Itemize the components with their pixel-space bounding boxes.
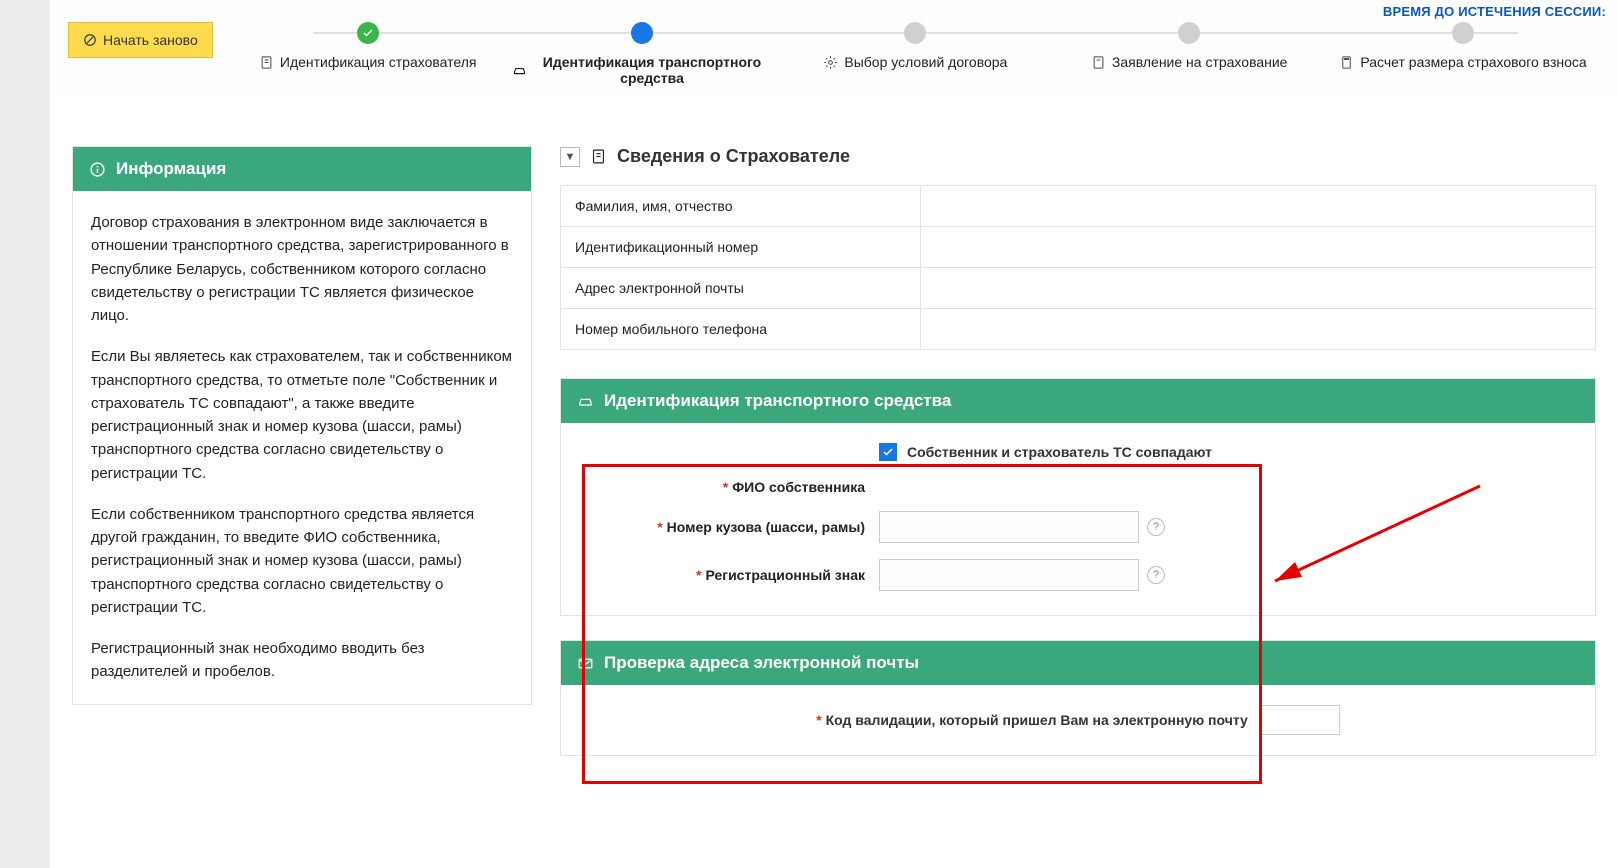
document-icon [1091,55,1106,70]
session-timer-label: ВРЕМЯ ДО ИСТЕЧЕНИЯ СЕССИИ: [1383,4,1606,19]
step-dot-icon [1452,22,1474,44]
info-paragraph: Регистрационный знак необходимо вводить … [91,637,513,684]
step-dot-active-icon [631,22,653,44]
insured-section-toggle[interactable]: ▼ Сведения о Страхователе [560,146,1596,167]
stepper: Идентификация страхователя Идентификация… [231,22,1600,86]
document-icon [259,55,274,70]
table-row: Адрес электронной почты [561,268,1595,309]
row-label: Адрес электронной почты [561,268,921,308]
table-row: Номер мобильного телефона [561,309,1595,349]
step-contract-terms[interactable]: Выбор условий договора [778,22,1052,73]
step-label: Заявление на страхование [1112,54,1288,70]
owner-same-label: Собственник и страхователь ТС совпадают [907,444,1212,460]
help-icon[interactable]: ? [1147,518,1165,536]
info-paragraph: Если собственником транспортного средств… [91,503,513,619]
car-icon [512,63,527,78]
cancel-icon [83,33,97,47]
restart-button[interactable]: Начать заново [68,22,213,58]
car-icon [577,393,594,410]
step-dot-icon [904,22,926,44]
gear-icon [823,55,838,70]
restart-button-label: Начать заново [103,32,198,48]
validation-code-input[interactable] [1260,705,1340,735]
emailcheck-panel-title: Проверка адреса электронной почты [604,653,919,673]
help-icon[interactable]: ? [1147,566,1165,584]
info-paragraph: Если Вы являетесь как страхователем, так… [91,345,513,485]
step-application[interactable]: Заявление на страхование [1052,22,1326,73]
body-number-label: Номер кузова (шасси, рамы) [667,519,865,535]
calculator-icon [1339,55,1354,70]
row-value [921,268,1595,308]
insured-section-title: Сведения о Страхователе [617,146,850,167]
body-number-input[interactable] [879,511,1139,543]
step-label: Идентификация транспортного средства [533,54,772,86]
step-identify-vehicle[interactable]: Идентификация транспортного средства [505,22,779,86]
step-label: Расчет размера страхового взноса [1360,54,1586,70]
step-label: Идентификация страхователя [280,54,477,70]
row-label: Фамилия, имя, отчество [561,186,921,226]
validation-code-label: Код валидации, который пришел Вам на эле… [826,712,1248,728]
table-row: Идентификационный номер [561,227,1595,268]
insured-details-table: Фамилия, имя, отчество Идентификационный… [560,185,1596,350]
row-label: Идентификационный номер [561,227,921,267]
step-identify-insured[interactable]: Идентификация страхователя [231,22,505,73]
table-row: Фамилия, имя, отчество [561,186,1595,227]
mail-icon [577,655,594,672]
emailcheck-panel-header: Проверка адреса электронной почты [561,641,1595,685]
owner-label: ФИО собственника [732,479,865,495]
info-paragraph: Договор страхования в электронном виде з… [91,211,513,327]
row-value [921,186,1595,226]
vehicle-panel-title: Идентификация транспортного средства [604,391,951,411]
step-payment-calc[interactable]: Расчет размера страхового взноса [1326,22,1600,73]
step-label: Выбор условий договора [844,54,1007,70]
reg-plate-input[interactable] [879,559,1139,591]
chevron-down-icon: ▼ [560,147,580,167]
step-dot-icon [1178,22,1200,44]
row-value [921,227,1595,267]
row-value [921,309,1595,349]
row-label: Номер мобильного телефона [561,309,921,349]
owner-same-checkbox[interactable] [879,443,897,461]
step-dot-done-icon [357,22,379,44]
vehicle-panel-header: Идентификация транспортного средства [561,379,1595,423]
reg-plate-label: Регистрационный знак [705,567,865,583]
info-panel: Информация Договор страхования в электро… [72,146,532,705]
info-panel-header: Информация [73,147,531,191]
info-icon [89,161,106,178]
document-icon [590,148,607,165]
info-panel-title: Информация [116,159,226,179]
